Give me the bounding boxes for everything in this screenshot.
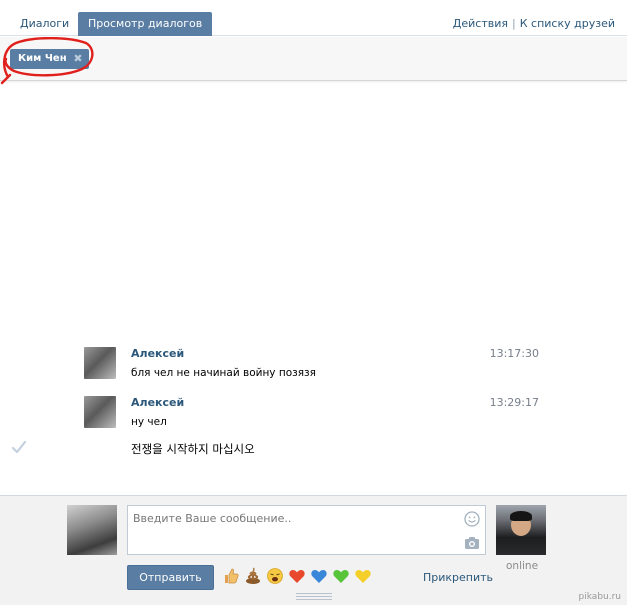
resize-grip[interactable] [296, 593, 332, 601]
peer-avatar-hair [510, 511, 532, 521]
outgoing-message-text: 전쟁을 시작하지 마십시오 [131, 442, 255, 456]
tab-view-dialogs[interactable]: Просмотр диалогов [78, 12, 213, 36]
peer-avatar[interactable] [496, 505, 546, 555]
message-time: 13:29:17 [489, 396, 539, 409]
message-item: Алексей 13:29:17 ну чел [84, 396, 544, 432]
avatar[interactable] [67, 505, 117, 555]
poop-icon[interactable] [244, 567, 262, 585]
yellow-heart-icon[interactable] [354, 567, 372, 585]
peer-bar: Ким Чен ✖ [0, 37, 627, 81]
header-actions: Действия | К списку друзей [453, 17, 615, 30]
check-icon [11, 440, 27, 454]
close-icon[interactable]: ✖ [73, 49, 82, 69]
message-author[interactable]: Алексей [131, 396, 184, 409]
message-text: ну чел [131, 416, 167, 428]
peer-chip[interactable]: Ким Чен ✖ [10, 49, 89, 69]
thumbs-up-icon[interactable] [222, 567, 240, 585]
tab-bar: Диалоги Просмотр диалогов Действия | К спи… [0, 0, 627, 36]
message-input-placeholder: Введите Ваше сообщение.. [133, 512, 292, 525]
tab-dialogs[interactable]: Диалоги [10, 12, 79, 36]
weary-face-icon[interactable] [266, 567, 284, 585]
peer-chip-label: Ким Чен [18, 53, 67, 64]
message-input[interactable]: Введите Ваше сообщение.. [127, 505, 486, 555]
composer: Введите Ваше сообщение.. online Отправит… [0, 495, 627, 605]
watermark: pikabu.ru [578, 592, 621, 602]
smile-icon[interactable] [464, 511, 480, 527]
message-item: Алексей 13:17:30 бля чел не начинай войн… [84, 347, 544, 383]
send-button[interactable]: Отправить [127, 565, 214, 590]
avatar[interactable] [84, 396, 116, 428]
avatar[interactable] [84, 347, 116, 379]
message-text: бля чел не начинай войну позязя [131, 367, 316, 379]
attach-link[interactable]: Прикрепить [423, 571, 493, 584]
camera-icon[interactable] [464, 536, 480, 550]
online-status: online [506, 560, 539, 572]
blue-heart-icon[interactable] [310, 567, 328, 585]
friends-list-link[interactable]: К списку друзей [520, 17, 615, 30]
actions-link[interactable]: Действия [453, 17, 508, 30]
green-heart-icon[interactable] [332, 567, 350, 585]
actions-separator: | [512, 17, 516, 30]
message-author[interactable]: Алексей [131, 347, 184, 360]
red-heart-icon[interactable] [288, 567, 306, 585]
message-time: 13:17:30 [489, 347, 539, 360]
